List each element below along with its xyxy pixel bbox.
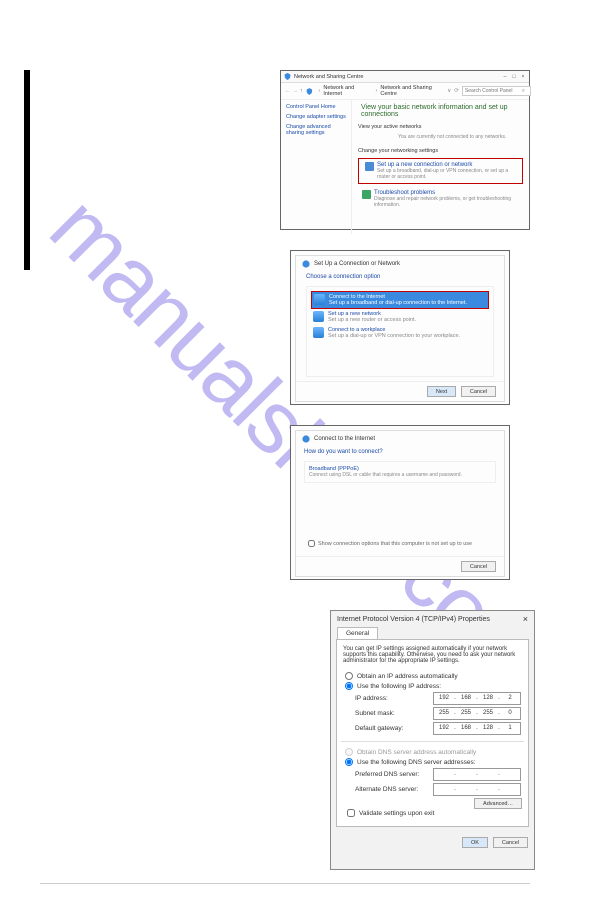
ip-address-field: IP address: 192. 168. 128. 2 [355,692,522,705]
breadcrumb-seg[interactable]: Network and Internet [323,85,372,97]
cancel-button[interactable]: Cancel [461,386,496,397]
default-gateway-input[interactable]: 192. 168. 128. 1 [433,722,521,735]
title-bar: Set Up a Connection or Network [296,256,504,272]
title-bar: Internet Protocol Version 4 (TCP/IPv4) P… [331,611,534,627]
globe-icon [314,294,325,305]
shield-icon [306,88,313,95]
search-input[interactable] [462,86,531,96]
left-margin-bar [24,70,30,270]
advanced-button[interactable]: Advanced… [474,798,522,809]
change-settings-label: Change your networking settings [358,148,523,154]
obtain-ip-radio[interactable]: Obtain an IP address automatically [343,672,522,680]
title-bar: Connect to the Internet [296,431,504,447]
active-networks-label: View your active networks [358,124,523,130]
subnet-mask-input[interactable]: 255. 255. 255. 0 [433,707,521,720]
workplace-icon [313,327,324,338]
troubleshoot-desc: Diagnose and repair network problems, or… [374,196,519,208]
connect-internet-window: Connect to the Internet How do you want … [290,425,510,580]
troubleshoot-icon [362,190,371,199]
tab-general[interactable]: General [337,627,378,639]
alternate-dns-input[interactable]: ... [433,783,521,796]
nav-up-icon[interactable]: ↑ [300,88,303,94]
options-list: Connect to the InternetSet up a broadban… [306,286,494,377]
dialog-title: Internet Protocol Version 4 (TCP/IPv4) P… [337,616,490,623]
preferred-dns-input[interactable]: ... [433,768,521,781]
window-title: Connect to the Internet [314,436,375,442]
dialog-button-row: OK Cancel [331,832,534,848]
ipv4-panel: You can get IP settings assigned automat… [336,639,529,827]
window-title: Set Up a Connection or Network [314,261,400,267]
ip-address-input[interactable]: 192. 168. 128. 2 [433,692,521,705]
title-bar: Network and Sharing Centre – □ × [281,71,529,83]
sidebar-adv-sharing[interactable]: Change advanced sharing settings [286,124,346,136]
breadcrumb-bar: ← → ↑ › Network and Internet › Network a… [281,83,529,100]
validate-checkbox[interactable]: Validate settings upon exit [343,806,434,820]
page-divider [40,883,530,884]
how-connect-heading: How do you want to connect? [296,447,504,457]
close-button[interactable]: × [523,614,528,624]
sidebar-adapter[interactable]: Change adapter settings [286,114,346,120]
nav-fwd-icon[interactable]: → [293,88,299,94]
sidebar: Control Panel Home Change adapter settin… [281,100,352,234]
default-gateway-field: Default gateway: 192. 168. 128. 1 [355,722,522,735]
nav-back-icon[interactable]: ← [285,88,291,94]
globe-icon [302,435,310,443]
connect-internet-highlight: Connect to the InternetSet up a broadban… [311,291,489,309]
maximize-button[interactable]: □ [511,74,517,80]
router-icon [313,311,324,322]
show-more-checkbox-input[interactable] [308,540,315,547]
breadcrumb-seg[interactable]: Network and Sharing Centre [380,85,447,97]
use-ip-radio[interactable]: Use the following IP address: [343,682,522,690]
search-icon[interactable]: ⌕ [522,88,525,95]
alternate-dns-field: Alternate DNS server: ... [355,783,522,796]
connect-workplace-option[interactable]: Connect to a workplaceSet up a dial-up o… [311,325,489,341]
preferred-dns-field: Preferred DNS server: ... [355,768,522,781]
choose-heading: Choose a connection option [296,272,504,282]
page-title: View your basic network information and … [361,104,523,118]
show-more-checkbox[interactable]: Show connection options that this comput… [304,537,496,550]
connect-internet-option[interactable]: Connect to the InternetSet up a broadban… [312,292,488,308]
shield-icon [284,73,291,80]
minimize-button[interactable]: – [502,74,508,80]
troubleshoot-item[interactable]: Troubleshoot problems Diagnose and repai… [358,188,523,210]
close-button[interactable]: × [520,74,526,80]
setup-connection-desc: Set up a broadband, dial-up or VPN conne… [377,168,516,180]
ipv4-description: You can get IP settings assigned automat… [343,646,522,664]
next-button[interactable]: Next [427,386,456,397]
broadband-desc: Connect using DSL or cable that requires… [309,472,491,478]
ipv4-properties-dialog: Internet Protocol Version 4 (TCP/IPv4) P… [330,610,535,870]
use-dns-radio[interactable]: Use the following DNS server addresses: [343,758,522,766]
obtain-dns-radio: Obtain DNS server address automatically [343,748,522,756]
button-row: Next Cancel [296,381,504,401]
setup-connection-item-highlight: Set up a new connection or network Set u… [358,158,523,184]
globe-icon [302,260,310,268]
broadband-option[interactable]: Broadband (PPPoE) Connect using DSL or c… [304,461,496,483]
window-title: Network and Sharing Centre [294,74,363,80]
setup-connection-item[interactable]: Set up a new connection or network Set u… [361,160,520,182]
not-connected-text: You are currently not connected to any n… [398,134,523,140]
main-content: View your basic network information and … [352,100,529,234]
cancel-button[interactable]: Cancel [493,837,528,848]
subnet-mask-field: Subnet mask: 255. 255. 255. 0 [355,707,522,720]
network-setup-icon [365,162,374,171]
setup-connection-window: Set Up a Connection or Network Choose a … [290,250,510,405]
sidebar-home[interactable]: Control Panel Home [286,104,346,110]
network-sharing-window: Network and Sharing Centre – □ × ← → ↑ ›… [280,70,530,230]
ok-button[interactable]: OK [462,837,488,848]
setup-new-network-option[interactable]: Set up a new networkSet up a new router … [311,309,489,325]
cancel-button[interactable]: Cancel [461,561,496,572]
button-row: Cancel [296,556,504,576]
